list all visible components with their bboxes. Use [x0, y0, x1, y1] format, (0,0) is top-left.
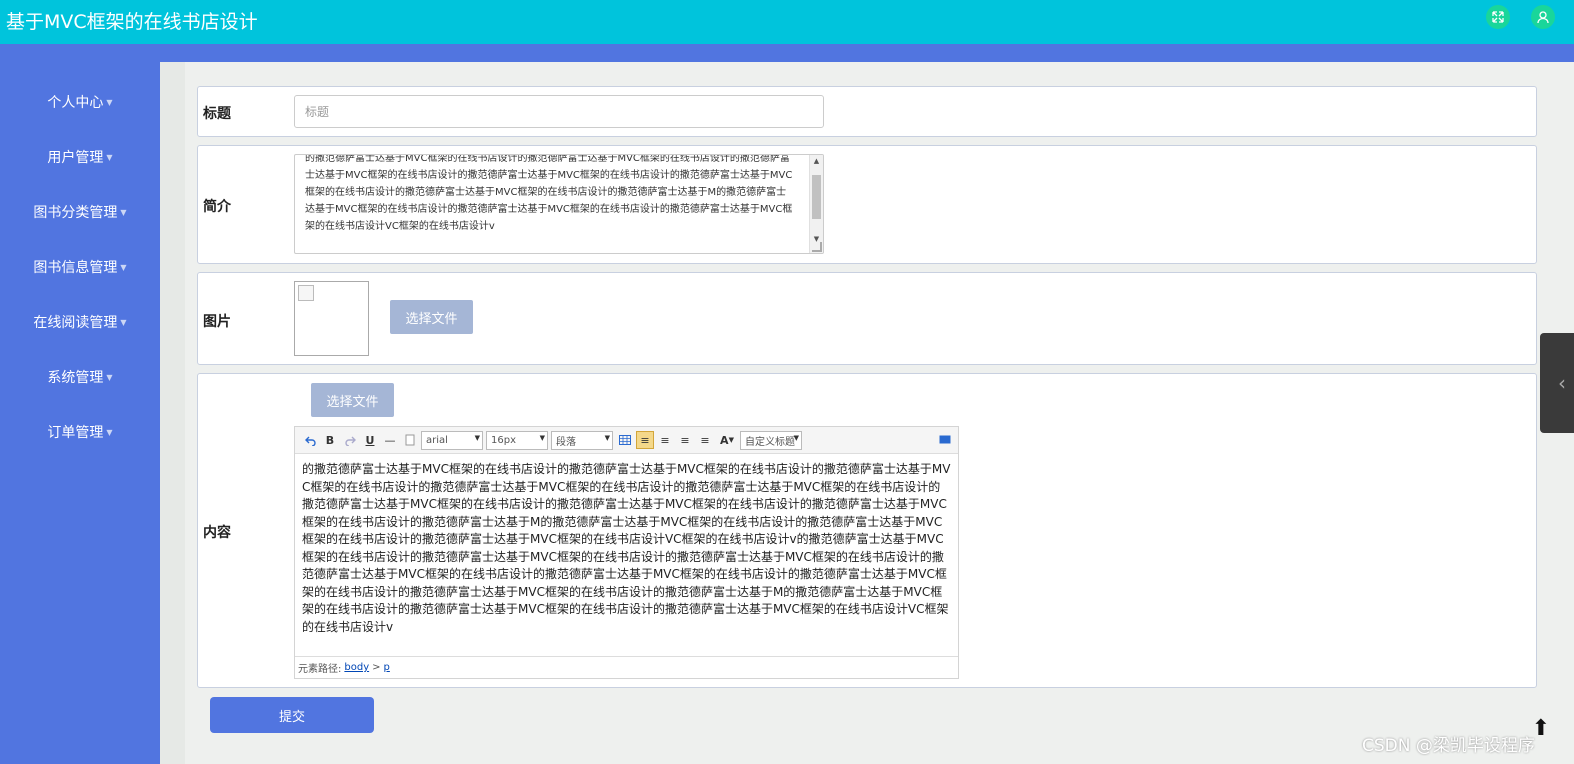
redo-icon[interactable]	[341, 431, 359, 449]
dropdown-arrow-icon: ▼	[728, 436, 734, 444]
editor-toolbar: B U — arial ▼ 16px ▼ 段落 ▼ ≡ ≡ ≡ ≡ A ▼ 自定义标题 ▼	[295, 427, 958, 454]
caret-down-icon: ▼	[106, 97, 113, 107]
intro-text: 的撒范德萨富士达基于MVC框架的在线书店设计的撒范德萨富士达基于MVC框架的在线…	[305, 154, 793, 232]
align-right-icon[interactable]: ≡	[656, 431, 674, 449]
resize-handle-icon[interactable]	[812, 242, 822, 252]
title-input[interactable]	[294, 95, 824, 128]
sidebar-item-label: 订单管理	[47, 425, 104, 441]
font-family-value: arial	[426, 434, 448, 446]
user-icon[interactable]	[1531, 5, 1555, 29]
caret-down-icon: ▼	[120, 207, 127, 217]
align-left-icon[interactable]: ≡	[636, 431, 654, 449]
editor-element-path: 元素路径: body > p	[295, 656, 958, 678]
undo-icon[interactable]	[301, 431, 319, 449]
fullscreen-icon[interactable]	[936, 431, 954, 449]
image-label: 图片	[203, 314, 231, 330]
scroll-up-icon[interactable]: ▲	[810, 155, 823, 167]
textarea-scrollbar[interactable]: ▲ ▼	[809, 155, 823, 253]
custom-title-select[interactable]: 自定义标题 ▼	[740, 430, 802, 450]
csdn-watermark: CSDN @梁凯毕设程序	[1362, 736, 1535, 756]
caret-down-icon: ▼	[120, 262, 127, 272]
sidebar-item-label: 个人中心	[47, 95, 104, 111]
font-color-icon[interactable]: A ▼	[716, 431, 738, 449]
dropdown-arrow-icon: ▼	[474, 433, 480, 442]
title-row: 标题	[197, 86, 1537, 137]
chevron-left-icon: ‹	[1558, 371, 1566, 395]
font-color-label: A	[720, 433, 729, 447]
title-label: 标题	[203, 106, 231, 122]
horizontal-rule-icon[interactable]: —	[381, 431, 399, 449]
sidebar-item-label: 用户管理	[47, 150, 104, 166]
caret-down-icon: ▼	[106, 152, 113, 162]
font-size-select[interactable]: 16px ▼	[486, 430, 548, 450]
sidebar-item-label: 图书信息管理	[33, 260, 118, 276]
broken-image-icon	[298, 285, 314, 301]
dropdown-arrow-icon: ▼	[793, 433, 799, 442]
sidebar-item-user-management[interactable]: 用户管理 ▼	[0, 145, 160, 169]
collapse-panel-handle[interactable]: ‹	[1540, 333, 1574, 433]
intro-label: 简介	[203, 199, 231, 215]
content-choose-file-button[interactable]: 选择文件	[311, 383, 394, 417]
sidebar-item-orders[interactable]: 订单管理 ▼	[0, 420, 160, 444]
paragraph-select[interactable]: 段落 ▼	[551, 430, 613, 450]
sidebar-item-personal-center[interactable]: 个人中心 ▼	[0, 90, 160, 114]
sidebar-item-book-info[interactable]: 图书信息管理 ▼	[0, 255, 160, 279]
underline-icon[interactable]: U	[361, 431, 379, 449]
element-path-separator: >	[372, 662, 381, 673]
sidebar-item-system[interactable]: 系统管理 ▼	[0, 365, 160, 389]
paste-plain-icon[interactable]	[401, 431, 419, 449]
font-family-select[interactable]: arial ▼	[421, 430, 483, 450]
image-preview	[294, 281, 369, 356]
sidebar-item-label: 系统管理	[47, 370, 104, 386]
paragraph-value: 段落	[556, 436, 576, 448]
element-path-body-link[interactable]: body	[344, 662, 369, 673]
content-row: 内容 选择文件 B U — arial ▼ 16px ▼ 段落 ▼ ≡ ≡ ≡ ≡ A…	[197, 373, 1537, 688]
submit-button[interactable]: 提交	[210, 697, 374, 733]
content-label: 内容	[203, 525, 231, 541]
image-row: 图片 选择文件	[197, 272, 1537, 365]
dropdown-arrow-icon: ▼	[539, 433, 545, 442]
image-choose-file-button[interactable]: 选择文件	[390, 300, 473, 334]
sidebar-item-book-category[interactable]: 图书分类管理 ▼	[0, 200, 160, 224]
font-size-value: 16px	[491, 434, 516, 446]
intro-row: 简介 的撒范德萨富士达基于MVC框架的在线书店设计的撒范德萨富士达基于MVC框架…	[197, 145, 1537, 264]
dropdown-arrow-icon: ▼	[604, 433, 610, 442]
intro-textarea[interactable]: 的撒范德萨富士达基于MVC框架的在线书店设计的撒范德萨富士达基于MVC框架的在线…	[294, 154, 824, 254]
caret-down-icon: ▼	[120, 317, 127, 327]
expand-icon[interactable]	[1486, 5, 1510, 29]
element-path-p-link[interactable]: p	[384, 662, 390, 673]
scroll-thumb[interactable]	[812, 175, 821, 219]
caret-down-icon: ▼	[106, 372, 113, 382]
bold-icon[interactable]: B	[321, 431, 339, 449]
align-justify-icon[interactable]: ≡	[696, 431, 714, 449]
top-header: 基于MVC框架的在线书店设计	[0, 0, 1574, 44]
sidebar-item-label: 图书分类管理	[33, 205, 118, 221]
caret-down-icon: ▼	[106, 427, 113, 437]
editor-content[interactable]: 的撒范德萨富士达基于MVC框架的在线书店设计的撒范德萨富士达基于MVC框架的在线…	[302, 461, 952, 636]
custom-title-value: 自定义标题	[745, 436, 795, 448]
header-underbar	[0, 44, 1574, 62]
sidebar-item-label: 在线阅读管理	[33, 315, 118, 331]
table-icon[interactable]	[616, 431, 634, 449]
sidebar: 个人中心 ▼ 用户管理 ▼ 图书分类管理 ▼ 图书信息管理 ▼ 在线阅读管理 ▼ 系统管理…	[0, 62, 160, 764]
align-center-icon[interactable]: ≡	[676, 431, 694, 449]
content-gutter	[160, 62, 185, 764]
sidebar-item-online-reading[interactable]: 在线阅读管理 ▼	[0, 310, 160, 334]
rich-text-editor: B U — arial ▼ 16px ▼ 段落 ▼ ≡ ≡ ≡ ≡ A ▼ 自定义标题 ▼…	[294, 426, 959, 679]
element-path-label: 元素路径:	[298, 664, 342, 675]
app-title: 基于MVC框架的在线书店设计	[6, 11, 258, 33]
